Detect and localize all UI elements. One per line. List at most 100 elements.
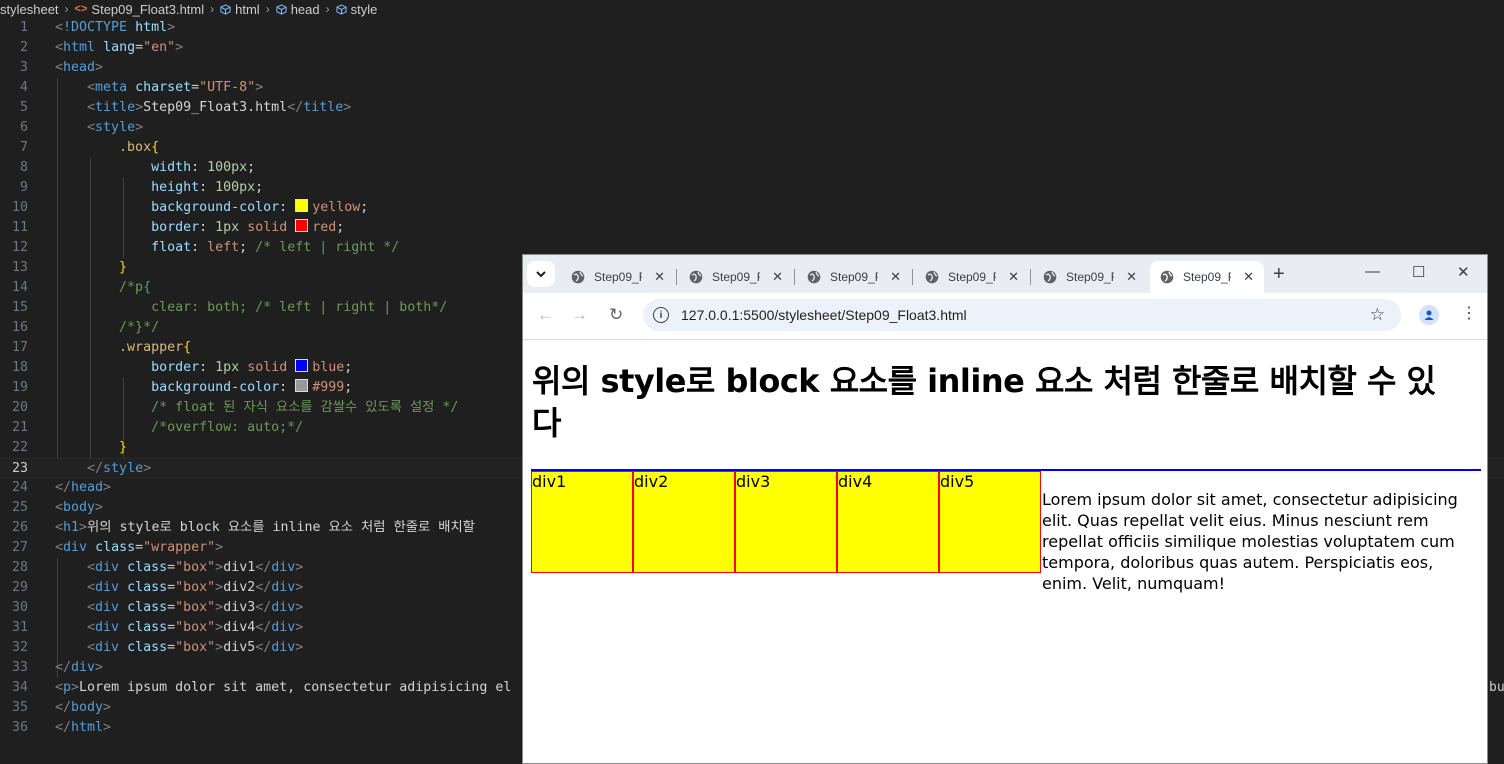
code-token: div1 <box>223 560 256 575</box>
globe-icon <box>807 270 821 284</box>
color-swatch-blue[interactable] <box>295 359 309 372</box>
line-number: 1 <box>19 20 28 35</box>
line-number: 26 <box>11 520 28 535</box>
browser-tab[interactable]: Step09_F ✕ <box>1033 261 1147 293</box>
line-number: 15 <box>11 300 28 315</box>
close-icon[interactable]: ✕ <box>1243 269 1254 285</box>
tab-search-button[interactable] <box>527 261 555 287</box>
site-info-icon[interactable]: i <box>653 307 669 323</box>
code-token: html <box>71 720 104 735</box>
float-box: div3 <box>735 471 837 573</box>
browser-tab[interactable]: Step09_F ✕ <box>679 261 793 293</box>
code-token: red <box>312 220 337 235</box>
code-token: div <box>271 620 296 635</box>
code-token: 1px <box>215 220 240 235</box>
line-number: 24 <box>11 480 28 495</box>
code-token: background-color <box>151 200 280 215</box>
close-icon[interactable]: ✕ <box>1126 269 1137 285</box>
line-number: 30 <box>11 600 28 615</box>
browser-window: Step09_F ✕ Step09_F ✕ Step09_F ✕ Step09_… <box>522 254 1488 764</box>
code-token: "box" <box>175 640 216 655</box>
code-token: div3 <box>223 600 256 615</box>
code-token: blue <box>312 360 345 375</box>
maximize-icon[interactable]: ☐ <box>1412 263 1425 281</box>
code-line: 3 <head> <box>0 58 1504 78</box>
code-comment: /* left | right */ <box>255 240 400 255</box>
tab-divider <box>676 269 677 285</box>
new-tab-plus-icon[interactable]: + <box>1273 263 1285 286</box>
code-token: .wrapper <box>119 340 184 355</box>
code-token: #999 <box>312 380 345 395</box>
profile-avatar-icon[interactable] <box>1419 305 1439 325</box>
code-token: class <box>127 580 168 595</box>
color-swatch-red[interactable] <box>295 219 309 232</box>
close-icon[interactable]: ✕ <box>654 269 665 285</box>
tab-label: Step09_F <box>594 270 642 284</box>
code-token: body <box>71 700 104 715</box>
code-token: head <box>63 60 96 75</box>
breadcrumb: stylesheet › <> Step09_Float3.html › htm… <box>0 0 1504 18</box>
line-number: 22 <box>11 440 28 455</box>
code-token: charset <box>135 80 192 95</box>
line-number: 8 <box>19 160 28 175</box>
close-icon[interactable]: ✕ <box>890 269 901 285</box>
code-token: div <box>271 560 296 575</box>
back-arrow-icon[interactable]: ← <box>537 305 554 325</box>
color-swatch-yellow[interactable] <box>295 199 309 212</box>
element-icon <box>220 3 231 15</box>
code-token: title <box>95 100 136 115</box>
browser-tab[interactable]: Step09_F ✕ <box>561 261 675 293</box>
code-token: "box" <box>175 560 216 575</box>
close-icon[interactable]: ✕ <box>1008 269 1019 285</box>
code-token: div2 <box>223 580 256 595</box>
bookmark-star-icon[interactable]: ☆ <box>1370 305 1385 325</box>
breadcrumb-html-label: html <box>235 1 260 17</box>
globe-icon <box>925 270 939 284</box>
code-line: 10 background-color: yellow; <box>0 198 1504 218</box>
line-number: 23 <box>11 461 28 476</box>
breadcrumb-item-style[interactable]: style <box>336 2 377 17</box>
code-line: 7 .box{ <box>0 138 1504 158</box>
chevron-right-icon: › <box>64 2 69 16</box>
reload-icon[interactable]: ↻ <box>609 305 623 325</box>
code-token: div <box>95 580 120 595</box>
chevron-down-icon <box>536 271 546 278</box>
line-number: 29 <box>11 580 28 595</box>
code-line: 9 height: 100px; <box>0 178 1504 198</box>
code-token: div <box>71 660 96 675</box>
browser-tab-active[interactable]: Step09_F ✕ <box>1150 261 1264 293</box>
line-number: 16 <box>11 320 28 335</box>
code-token: div5 <box>223 640 256 655</box>
line-number: 25 <box>11 500 28 515</box>
float-box: div4 <box>837 471 939 573</box>
lorem-paragraph: Lorem ipsum dolor sit amet, consectetur … <box>1042 490 1458 593</box>
line-number: 34 <box>11 680 28 695</box>
url-text: 127.0.0.1:5500/stylesheet/Step09_Float3.… <box>681 307 967 323</box>
code-token: 위의 style로 block 요소를 inline 요소 처럼 한줄로 배치할 <box>87 520 475 535</box>
code-token: "box" <box>175 600 216 615</box>
line-number: 32 <box>11 640 28 655</box>
line-number: 13 <box>11 260 28 275</box>
browser-tab[interactable]: Step09_F ✕ <box>915 261 1029 293</box>
globe-icon <box>1043 270 1057 284</box>
breadcrumb-item-head[interactable]: head <box>276 2 320 17</box>
forward-arrow-icon[interactable]: → <box>571 305 588 325</box>
tab-label: Step09_F <box>1066 270 1114 284</box>
line-number: 11 <box>11 220 28 235</box>
code-token: !DOCTYPE <box>63 20 128 35</box>
minimize-icon[interactable]: — <box>1365 263 1380 280</box>
breadcrumb-item-file[interactable]: <> Step09_Float3.html <box>75 2 205 17</box>
code-token: title <box>303 100 344 115</box>
page-viewport: 위의 style로 block 요소를 inline 요소 처럼 한줄로 배치할… <box>523 340 1487 763</box>
code-token: border <box>151 220 200 235</box>
browser-tab[interactable]: Step09_F ✕ <box>797 261 911 293</box>
breadcrumb-item-html[interactable]: html <box>220 2 260 17</box>
code-token: "wrapper" <box>143 540 216 555</box>
more-options-icon[interactable]: ⋮ <box>1461 303 1477 323</box>
window-close-icon[interactable]: ✕ <box>1457 263 1470 281</box>
address-bar[interactable]: i 127.0.0.1:5500/stylesheet/Step09_Float… <box>643 299 1401 331</box>
color-swatch-grey[interactable] <box>295 379 309 392</box>
breadcrumb-item-folder[interactable]: stylesheet <box>0 2 59 17</box>
person-icon <box>1424 310 1434 320</box>
close-icon[interactable]: ✕ <box>772 269 783 285</box>
